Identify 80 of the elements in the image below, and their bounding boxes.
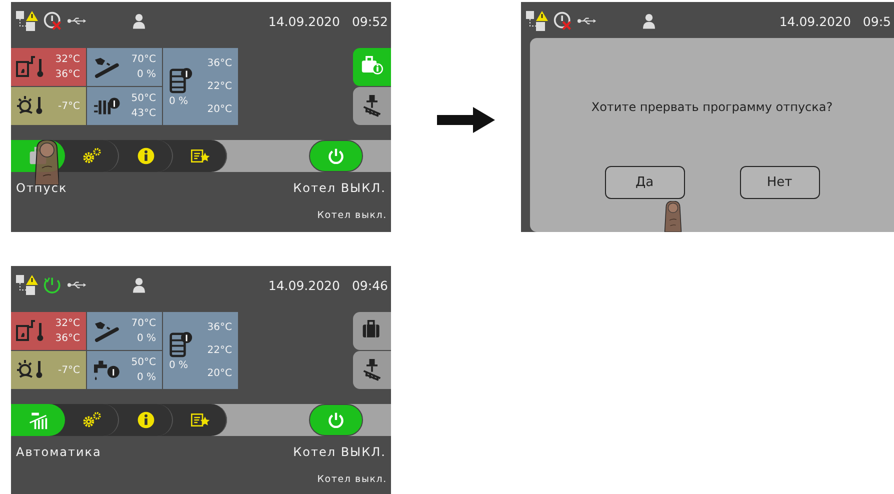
- temperature-value: 0 %: [136, 333, 156, 344]
- temperature-value: 0 %: [136, 69, 156, 80]
- temperature-value: 43°C: [131, 108, 156, 119]
- status-message: Котел выкл.: [317, 474, 387, 485]
- info-icon: [136, 411, 156, 429]
- user-icon: [133, 277, 145, 293]
- boiler-state-label: Котел ВЫКЛ.: [293, 181, 386, 195]
- temperature-value: 36°C: [55, 333, 80, 344]
- network-warning-icon: [15, 274, 39, 296]
- no-button[interactable]: Нет: [740, 166, 820, 199]
- mode-label: Автоматика: [16, 445, 102, 459]
- user-icon: [133, 13, 145, 29]
- temperature-value: 50°C: [131, 357, 156, 368]
- temperature-value: -7°C: [58, 100, 80, 112]
- side-button[interactable]: [353, 87, 391, 125]
- sensor-tile[interactable]: -7°C: [11, 351, 86, 389]
- temperature-value: 36°C: [207, 322, 232, 333]
- sensor-tile[interactable]: 0 % 36°C 22°C 20°C: [163, 48, 238, 125]
- temperature-value: 20°C: [207, 368, 232, 379]
- temperature-value: 36°C: [207, 58, 232, 69]
- notes-star-icon: [190, 147, 210, 165]
- info-icon: [136, 147, 156, 165]
- power-icon: [327, 411, 345, 429]
- temperature-value: 50°C: [131, 93, 156, 104]
- date-text: 14.09.2020: [268, 14, 340, 28]
- temperature-value: 70°C: [131, 54, 156, 65]
- time-text: 09:52: [352, 14, 388, 28]
- storage-tank-icon: [169, 330, 193, 358]
- side-button[interactable]: [353, 351, 391, 389]
- chimney-sweep-icon: [361, 358, 383, 382]
- dialog-message: Хотите прервать программу отпуска?: [591, 100, 833, 114]
- settings-icon: [82, 147, 102, 165]
- boiler-thermometer-icon: [15, 55, 45, 79]
- percent-value: 0 %: [169, 360, 188, 371]
- sensor-tile[interactable]: 50°C 43°C: [87, 87, 162, 125]
- time-text: 09:46: [352, 278, 388, 292]
- sensor-tile[interactable]: 32°C 36°C: [11, 312, 86, 350]
- temperature-value: 36°C: [55, 69, 80, 80]
- water-tap-icon: [91, 358, 121, 382]
- temperature-value: 70°C: [131, 318, 156, 329]
- power-icon: [327, 147, 345, 165]
- temperature-value: -7°C: [58, 364, 80, 376]
- mode-label: Отпуск: [16, 181, 68, 195]
- sensor-tile[interactable]: 70°C 0 %: [87, 312, 162, 350]
- right-arrow-icon: [437, 107, 495, 133]
- status-message: Котел выкл.: [317, 210, 387, 221]
- date-text: 14.09.2020: [268, 278, 340, 292]
- time-text: 09:5: [862, 14, 891, 28]
- chimney-sweep-icon: [361, 94, 383, 118]
- side-button[interactable]: [353, 312, 391, 350]
- usb-icon: [67, 16, 87, 26]
- auto-heating-icon: [28, 410, 48, 430]
- radiator-circuit-icon: [91, 95, 121, 117]
- usb-icon: [577, 16, 597, 26]
- usb-icon: [67, 280, 87, 290]
- network-warning-icon: [525, 10, 549, 32]
- power-button[interactable]: [309, 140, 363, 172]
- settings-icon: [82, 411, 102, 429]
- sensor-tile[interactable]: 70°C 0 %: [87, 48, 162, 86]
- yes-button[interactable]: Да: [604, 166, 684, 199]
- temperature-value: 32°C: [55, 54, 80, 65]
- notes-star-icon: [190, 411, 210, 429]
- temperature-value: 22°C: [207, 345, 232, 356]
- user-icon: [643, 13, 655, 29]
- storage-tank-icon: [169, 66, 193, 94]
- temperature-value: 0 %: [136, 372, 156, 383]
- temperature-value: 20°C: [207, 104, 232, 115]
- power-button[interactable]: [309, 404, 363, 436]
- boiler-thermometer-icon: [15, 319, 45, 343]
- network-warning-icon: [15, 10, 39, 32]
- sensor-tile[interactable]: 0 % 36°C 22°C 20°C: [163, 312, 238, 389]
- boiler-state-label: Котел ВЫКЛ.: [293, 445, 386, 459]
- sensor-tile[interactable]: 32°C 36°C: [11, 48, 86, 86]
- date-text: 14.09.2020: [779, 14, 851, 28]
- mode-button[interactable]: [11, 404, 65, 436]
- percent-value: 0 %: [169, 96, 188, 107]
- sensor-tile[interactable]: 50°C 0 %: [87, 351, 162, 389]
- temperature-value: 32°C: [55, 318, 80, 329]
- temperature-value: 22°C: [207, 81, 232, 92]
- sensor-tile[interactable]: -7°C: [11, 87, 86, 125]
